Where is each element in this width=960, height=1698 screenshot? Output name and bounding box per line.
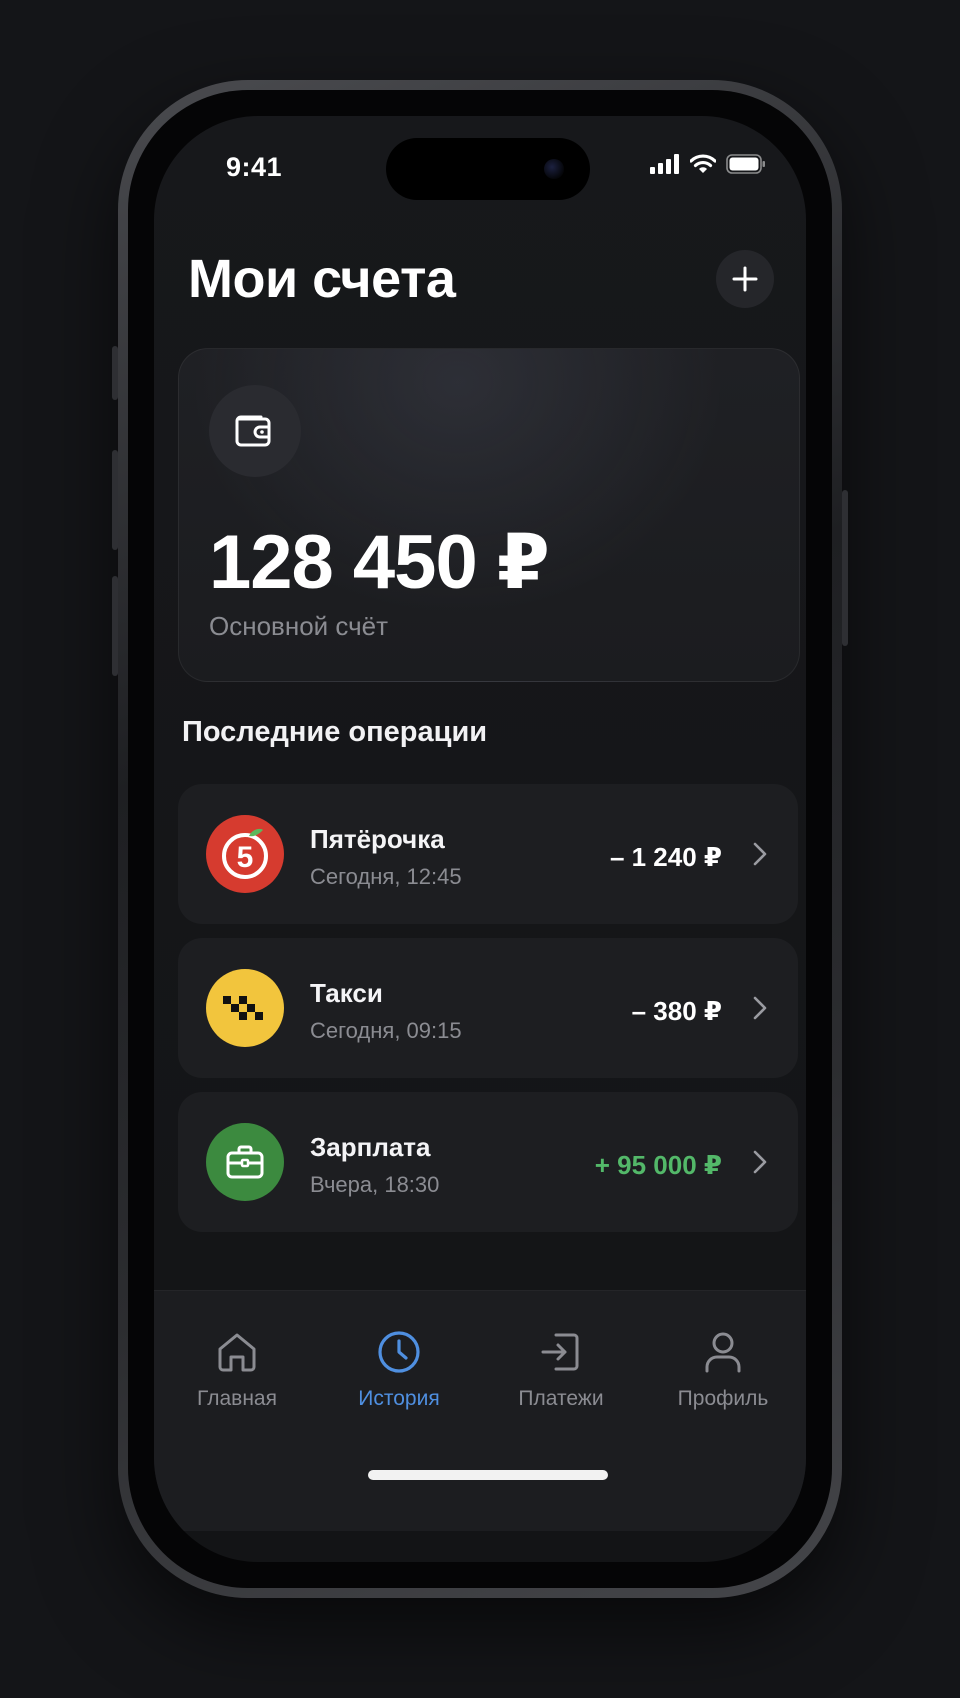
tab-label: Главная: [197, 1387, 277, 1410]
transaction-row[interactable]: Такси Сегодня, 09:15 – 380 ₽: [178, 938, 798, 1078]
transaction-amount: – 1 240 ₽: [609, 842, 722, 872]
wallet-icon: [235, 415, 271, 447]
plus-icon: [732, 266, 758, 292]
chevron-right-icon: [753, 1150, 767, 1174]
briefcase-icon: [206, 1123, 284, 1201]
tab-home[interactable]: Главная: [156, 1329, 318, 1411]
phone-frame: 9:41 Мои счета 128 450 ₽ Основной счёт П…: [112, 80, 848, 1598]
wifi-icon: [690, 154, 716, 173]
tab-label: Профиль: [677, 1387, 769, 1410]
volume-down-button: [112, 576, 118, 676]
transaction-row[interactable]: 5 Пятёрочка Сегодня, 12:45 – 1 240 ₽: [178, 784, 798, 924]
tab-label: История: [358, 1387, 440, 1410]
wallet-icon-wrap: [209, 385, 301, 477]
payments-icon: [541, 1333, 579, 1371]
silent-switch: [112, 346, 118, 400]
account-name: Основной счёт: [209, 611, 389, 641]
transaction-title: Пятёрочка: [310, 824, 445, 854]
signal-icon: [650, 154, 679, 174]
bezel: 9:41 Мои счета 128 450 ₽ Основной счёт П…: [128, 90, 832, 1588]
transaction-title: Такси: [310, 978, 383, 1008]
home-icon: [218, 1333, 256, 1372]
tab-payments[interactable]: Платежи: [480, 1329, 642, 1411]
tab-profile[interactable]: Профиль: [642, 1329, 804, 1411]
camera-icon: [544, 159, 564, 179]
add-account-button[interactable]: [716, 250, 774, 308]
transaction-time: Вчера, 18:30: [310, 1172, 440, 1197]
transaction-row[interactable]: Зарплата Вчера, 18:30 + 95 000 ₽: [178, 1092, 798, 1232]
section-title: Последние операции: [182, 716, 488, 748]
battery-icon: [726, 154, 765, 174]
chevron-right-icon: [753, 842, 767, 866]
transaction-amount: + 95 000 ₽: [594, 1150, 722, 1180]
account-balance: 128 450 ₽: [209, 520, 550, 605]
power-button: [842, 490, 848, 646]
svg-text:5: 5: [237, 841, 254, 874]
tab-history[interactable]: История: [318, 1329, 480, 1411]
transaction-amount: – 380 ₽: [631, 996, 722, 1026]
dynamic-island: [386, 138, 590, 200]
account-card[interactable]: 128 450 ₽ Основной счёт: [178, 348, 800, 682]
page-title: Мои счета: [188, 249, 456, 309]
screen: 9:41 Мои счета 128 450 ₽ Основной счёт П…: [154, 116, 806, 1562]
user-icon: [705, 1332, 741, 1373]
tab-bar: Главная История Платежи Профиль: [154, 1290, 806, 1531]
clock-icon: [378, 1331, 420, 1373]
taxi-icon: [206, 969, 284, 1047]
home-indicator[interactable]: [368, 1470, 608, 1480]
pyaterochka-logo-icon: 5: [206, 815, 284, 893]
transaction-time: Сегодня, 12:45: [310, 864, 462, 889]
status-icons: [650, 154, 766, 174]
status-time: 9:41: [226, 152, 283, 182]
tab-label: Платежи: [518, 1387, 604, 1410]
transaction-title: Зарплата: [310, 1132, 431, 1162]
transaction-time: Сегодня, 09:15: [310, 1018, 462, 1043]
volume-up-button: [112, 450, 118, 550]
chevron-right-icon: [753, 996, 767, 1020]
